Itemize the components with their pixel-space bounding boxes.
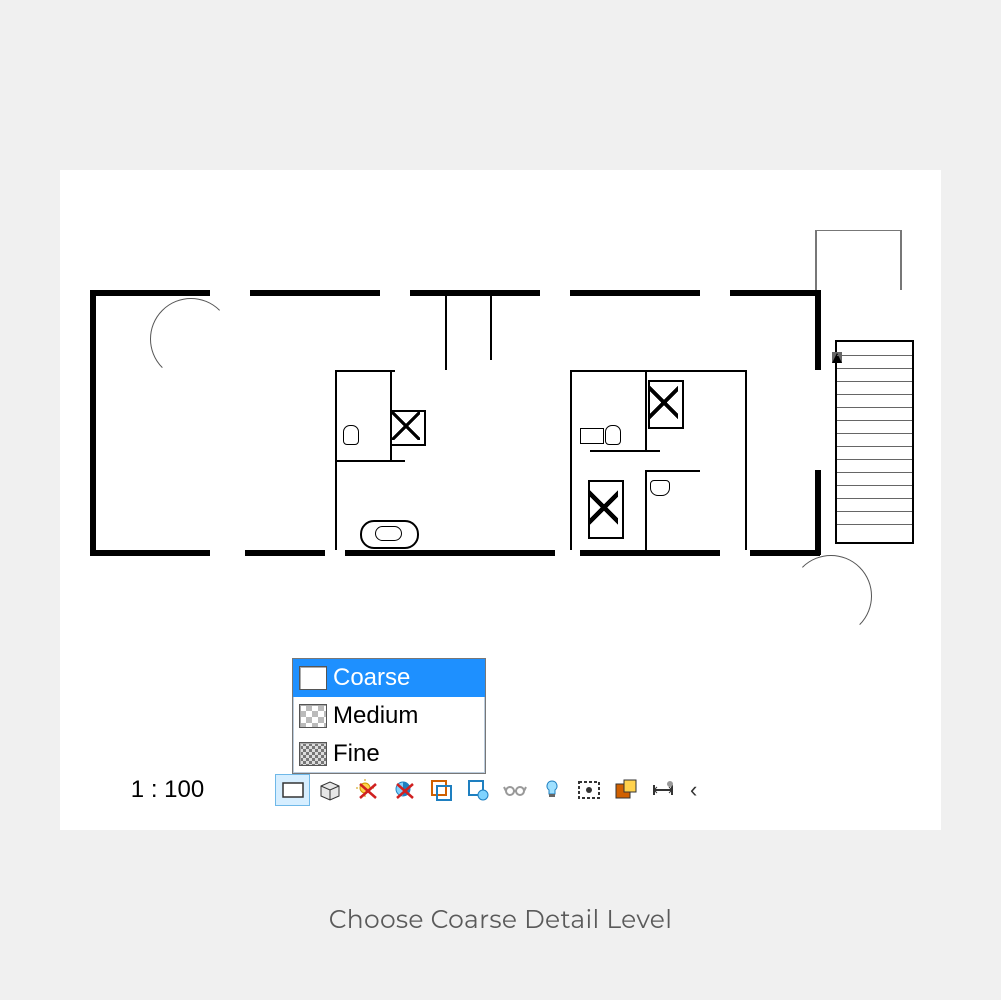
detail-option-label: Fine [333,740,380,768]
instruction-caption: Choose Coarse Detail Level [0,905,1001,935]
detail-option-label: Coarse [333,664,410,692]
view-control-bar: 1 : 100 ‹ [60,770,941,810]
fine-swatch-icon [299,742,327,766]
show-crop-region-icon[interactable] [460,774,495,806]
temporary-hide-icon[interactable] [571,774,606,806]
glasses-icon[interactable] [497,774,532,806]
collapse-chevron-icon[interactable]: ‹ [680,777,707,803]
detail-level-icon[interactable] [275,774,310,806]
dimension-icon[interactable] [645,774,680,806]
visual-style-icon[interactable] [312,774,347,806]
view-scale-button[interactable]: 1 : 100 [60,776,275,804]
stairs [835,340,914,544]
coarse-swatch-icon [299,666,327,690]
detail-option-label: Medium [333,702,418,730]
medium-swatch-icon [299,704,327,728]
drawing-viewport: Coarse Medium Fine 1 : 100 ‹ [60,170,941,830]
detail-level-popup: Coarse Medium Fine [292,658,486,774]
light-bulb-icon[interactable] [534,774,569,806]
reveal-hidden-icon[interactable] [608,774,643,806]
detail-option-coarse[interactable]: Coarse [293,659,485,697]
crop-view-icon[interactable] [423,774,458,806]
view-toolbar-icons [275,774,680,806]
sun-path-off-icon[interactable] [349,774,384,806]
detail-option-medium[interactable]: Medium [293,697,485,735]
detail-option-fine[interactable]: Fine [293,735,485,773]
shadows-off-icon[interactable] [386,774,421,806]
floor-plan [90,270,910,580]
